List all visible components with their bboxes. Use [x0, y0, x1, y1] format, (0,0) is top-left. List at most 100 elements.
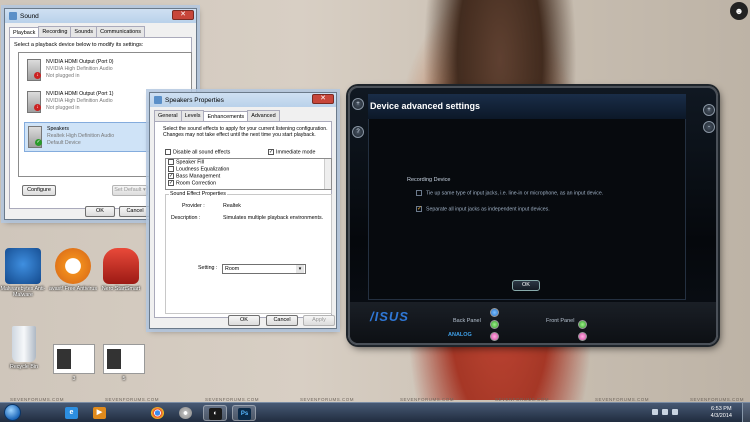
configure-button[interactable]: Configure: [22, 185, 56, 196]
provider-value: Realtek: [223, 203, 241, 209]
checkmark-icon: ✓: [168, 180, 174, 186]
asus-logo: /ISUS: [370, 309, 409, 324]
taskbar-media-player[interactable]: ▶: [88, 405, 112, 421]
apply-button[interactable]: Apply: [303, 315, 335, 326]
side-plus-button[interactable]: +: [352, 98, 364, 110]
asus-ok-button[interactable]: OK: [512, 280, 540, 291]
taskbar-photoshop[interactable]: Ps: [232, 405, 256, 421]
jack-pink-icon[interactable]: [578, 332, 587, 341]
effect-item[interactable]: Speaker Fill: [166, 159, 331, 166]
chevron-down-icon: ▾: [296, 265, 304, 273]
speaker-icon: [9, 12, 17, 20]
asus-content-frame: [368, 94, 686, 300]
speaker-app-icon: ◐: [209, 408, 222, 420]
device-name: NVIDIA HDMI Output (Port 0): [46, 59, 114, 65]
checkmark-icon: ✓: [168, 173, 174, 179]
device-status: Not plugged in: [46, 73, 80, 79]
taskbar-ie[interactable]: e: [60, 405, 84, 421]
tray-volume-icon[interactable]: [672, 409, 678, 415]
set-default-button[interactable]: Set Default ▾: [112, 185, 148, 196]
group-title: Sound Effect Properties: [169, 191, 227, 197]
clock-date: 4/3/2014: [710, 413, 732, 419]
disable-all-checkbox[interactable]: Disable all sound effects: [165, 149, 230, 155]
device-driver: Realtek High Definition Audio: [47, 133, 115, 139]
tray-flag-icon[interactable]: [662, 409, 668, 415]
avast-icon: [55, 248, 91, 284]
media-player-icon: ▶: [93, 407, 106, 419]
recording-device-heading: Recording Device: [407, 177, 451, 183]
ok-button[interactable]: OK: [228, 315, 260, 326]
disc-icon: [179, 407, 192, 419]
speakers-title-bar[interactable]: Speakers Properties: [150, 93, 336, 107]
analog-label: ANALOG: [448, 332, 472, 338]
effect-item[interactable]: ✓ Room Correction: [166, 180, 331, 187]
checkbox-box: [416, 190, 422, 196]
device-status: Not plugged in: [46, 105, 80, 111]
taskbar-chrome[interactable]: [146, 405, 170, 421]
speakers-properties-dialog: Speakers Properties ✕ General Levels Enh…: [149, 92, 337, 329]
system-clock[interactable]: 6:53 PM 4/3/2014: [711, 406, 732, 420]
tab-communications[interactable]: Communications: [96, 26, 146, 37]
side-add-button[interactable]: +: [703, 104, 715, 116]
separate-inputs-option[interactable]: ✓ Separate all input jacks as independent…: [416, 206, 550, 212]
device-name: Speakers: [47, 126, 69, 132]
device-status: Default Device: [47, 140, 81, 146]
tab-advanced[interactable]: Advanced: [247, 110, 280, 121]
enhancements-panel: Select the sound effects to apply for yo…: [154, 121, 332, 318]
effect-item[interactable]: Loudness Equalization: [166, 166, 331, 173]
side-minimize-button[interactable]: -: [703, 121, 715, 133]
enhancements-instruction: Select the sound effects to apply for yo…: [163, 126, 328, 138]
speakers-tabs: General Levels Enhancements Advanced: [150, 107, 336, 122]
tab-recording[interactable]: Recording: [38, 26, 72, 37]
cancel-button[interactable]: Cancel: [266, 315, 298, 326]
immediate-mode-checkbox[interactable]: ✓ Immediate mode: [268, 149, 315, 155]
checkbox-box: [168, 159, 174, 165]
description-value: Simulates multiple playback environments…: [223, 215, 324, 221]
default-checkmark-icon: ✓: [35, 139, 42, 146]
side-help-button[interactable]: ?: [352, 126, 364, 138]
photoshop-icon: Ps: [238, 408, 251, 420]
sound-tabs: Playback Recording Sounds Communications: [5, 23, 196, 38]
cancel-button[interactable]: Cancel: [119, 206, 151, 217]
provider-label: Provider :: [182, 203, 205, 209]
taskbar: e ▶ ◐ Ps 6:53 PM 4/3/2014: [0, 402, 750, 422]
windows-start-icon[interactable]: [4, 404, 21, 421]
tab-sounds[interactable]: Sounds: [70, 26, 98, 37]
list-scrollbar[interactable]: [324, 159, 331, 189]
device-driver: NVIDIA High Definition Audio: [46, 66, 113, 72]
jack-blue-icon[interactable]: [490, 308, 499, 317]
screenshot-thumbnail-icon: [103, 344, 145, 374]
jack-green-icon[interactable]: [578, 320, 587, 329]
jack-pink-icon[interactable]: [490, 332, 499, 341]
internet-explorer-icon: e: [65, 407, 78, 419]
setting-dropdown[interactable]: Room ▾: [222, 264, 306, 274]
tab-levels[interactable]: Levels: [180, 110, 205, 121]
device-item[interactable]: ↓ NVIDIA HDMI Output (Port 0) NVIDIA Hig…: [24, 56, 194, 86]
close-button[interactable]: ✕: [312, 94, 334, 104]
ok-button[interactable]: OK: [85, 206, 115, 217]
asus-device-settings-window: Device advanced settings + ? - + Recordi…: [348, 86, 718, 345]
desktop-icon-nero[interactable]: Nero StartSmart: [92, 248, 150, 292]
tray-arrow-icon[interactable]: [652, 409, 658, 415]
show-desktop-button[interactable]: [742, 403, 750, 422]
tie-up-inputs-option[interactable]: Tie up same type of input jacks, i.e. li…: [416, 190, 603, 196]
effects-list[interactable]: Speaker Fill Loudness Equalization ✓ Bass…: [165, 158, 332, 190]
checkmark-icon: ✓: [416, 206, 423, 212]
tab-general[interactable]: General: [154, 110, 182, 121]
taskbar-sound-app[interactable]: ◐: [203, 405, 227, 421]
corner-logo-icon: ☻: [730, 2, 748, 20]
recycle-bin-icon: [12, 326, 36, 362]
unplugged-icon: ↓: [34, 104, 41, 111]
asus-title: Device advanced settings: [370, 101, 481, 111]
setting-label: Setting :: [198, 265, 218, 271]
screenshot-thumbnail-icon: [53, 344, 95, 374]
effect-item[interactable]: ✓ Bass Management: [166, 173, 331, 180]
asus-jack-panel: /ISUS Back Panel Front Panel ANALOG: [350, 302, 716, 343]
back-panel-label: Back Panel: [453, 318, 481, 324]
taskbar-disc[interactable]: [174, 405, 198, 421]
sound-title-bar[interactable]: Sound: [5, 9, 196, 23]
desktop-icon-file-5[interactable]: 5: [95, 344, 153, 382]
nero-icon: [103, 248, 139, 284]
jack-green-icon[interactable]: [490, 320, 499, 329]
close-button[interactable]: ✕: [172, 10, 194, 20]
